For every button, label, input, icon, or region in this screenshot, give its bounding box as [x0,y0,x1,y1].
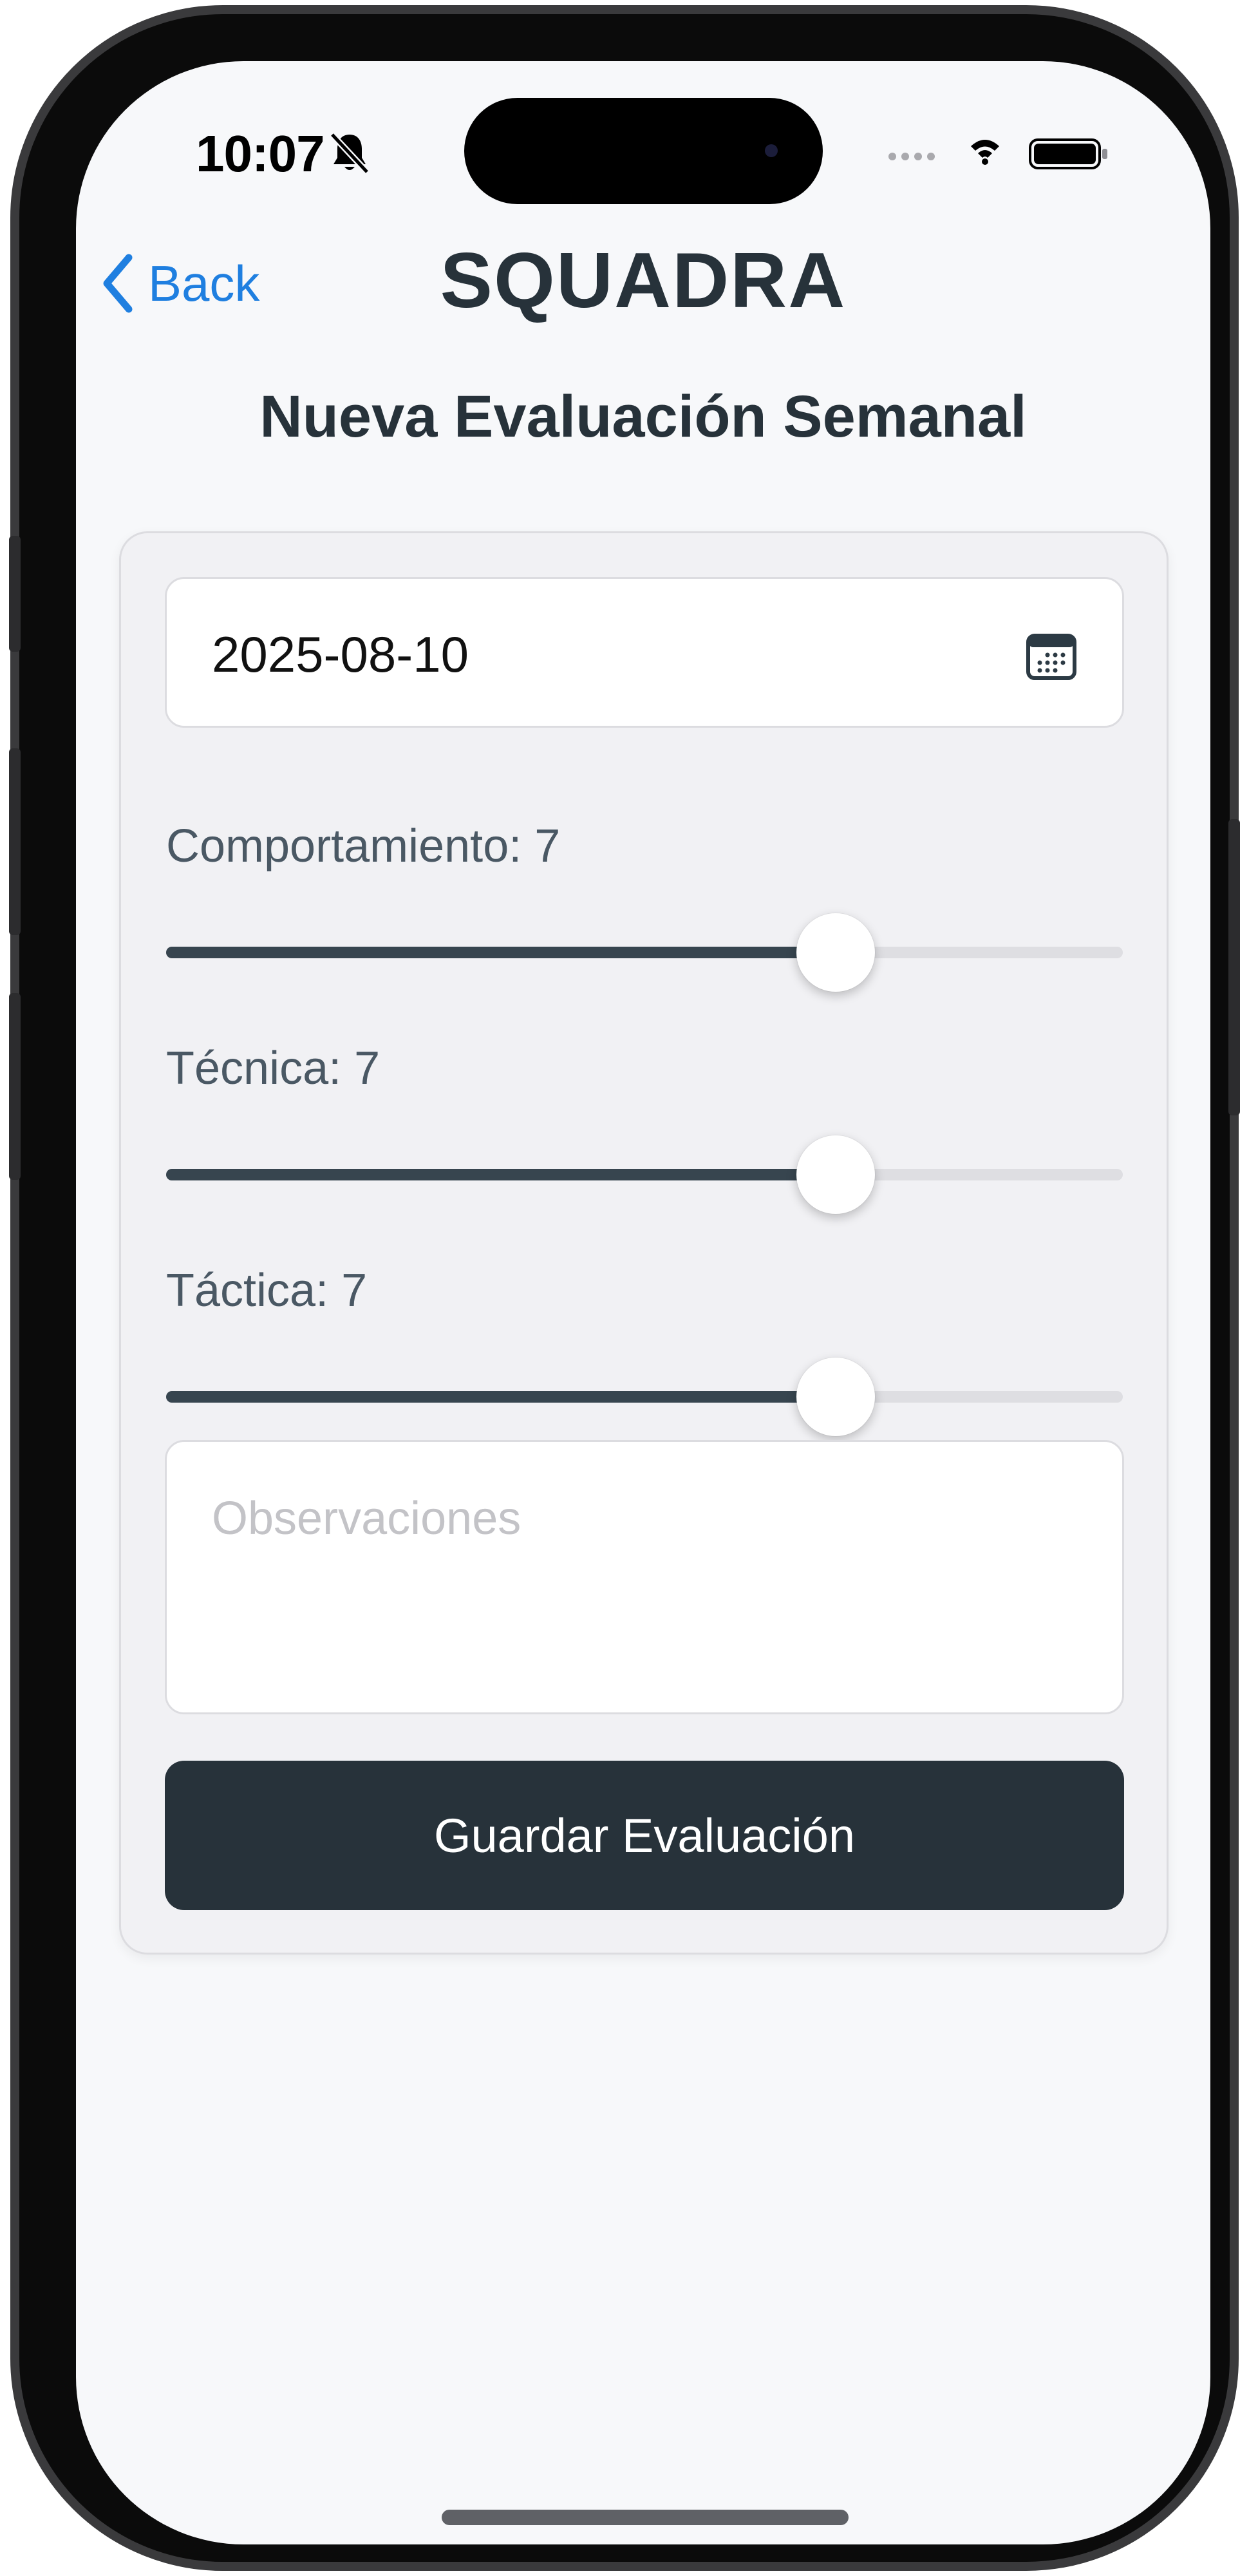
slider-fill [166,1169,836,1180]
slider-comportamiento[interactable] [166,913,1123,992]
status-time: 10:07 [196,125,325,182]
phone-frame: 10:07 Back SQUADRA Nueva Evaluación Sema… [9,5,1240,2571]
slider-thumb[interactable] [796,1135,876,1214]
slider-label-tecnica: Técnica: 7 [166,1043,380,1094]
cellular-icon [888,153,935,160]
date-field[interactable]: 2025-08-10 [165,577,1124,728]
date-value: 2025-08-10 [212,626,469,683]
app-title: SQUADRA [440,236,847,324]
action-button [9,536,21,652]
slider-label-tactica: Táctica: 7 [166,1265,368,1316]
observations-textarea[interactable] [165,1440,1124,1714]
app-screen: 10:07 Back SQUADRA Nueva Evaluación Sema… [76,61,1210,2544]
slider-tecnica[interactable] [166,1135,1123,1214]
slider-fill [166,947,836,958]
slider-thumb[interactable] [796,913,876,992]
slider-fill [166,1391,836,1403]
save-evaluation-button[interactable]: Guardar Evaluación [165,1761,1124,1910]
volume-down-button [9,993,21,1180]
slider-tactica[interactable] [166,1358,1123,1436]
home-indicator[interactable] [442,2510,849,2525]
dynamic-island [464,98,823,204]
slider-thumb[interactable] [796,1358,876,1436]
power-button [1228,819,1240,1115]
camera-dot [765,144,778,157]
volume-up-button [9,748,21,935]
slider-label-comportamiento: Comportamiento: 7 [166,820,561,872]
page-title: Nueva Evaluación Semanal [259,384,1027,450]
battery-icon [1029,138,1107,169]
calendar-icon[interactable] [1026,630,1077,681]
evaluation-form-card: 2025-08-10 Comportamiento: 7 Técnica: 7 … [119,531,1169,1955]
wifi-icon [971,140,999,165]
status-icons [888,138,1107,169]
bell-slash-icon [330,132,370,175]
